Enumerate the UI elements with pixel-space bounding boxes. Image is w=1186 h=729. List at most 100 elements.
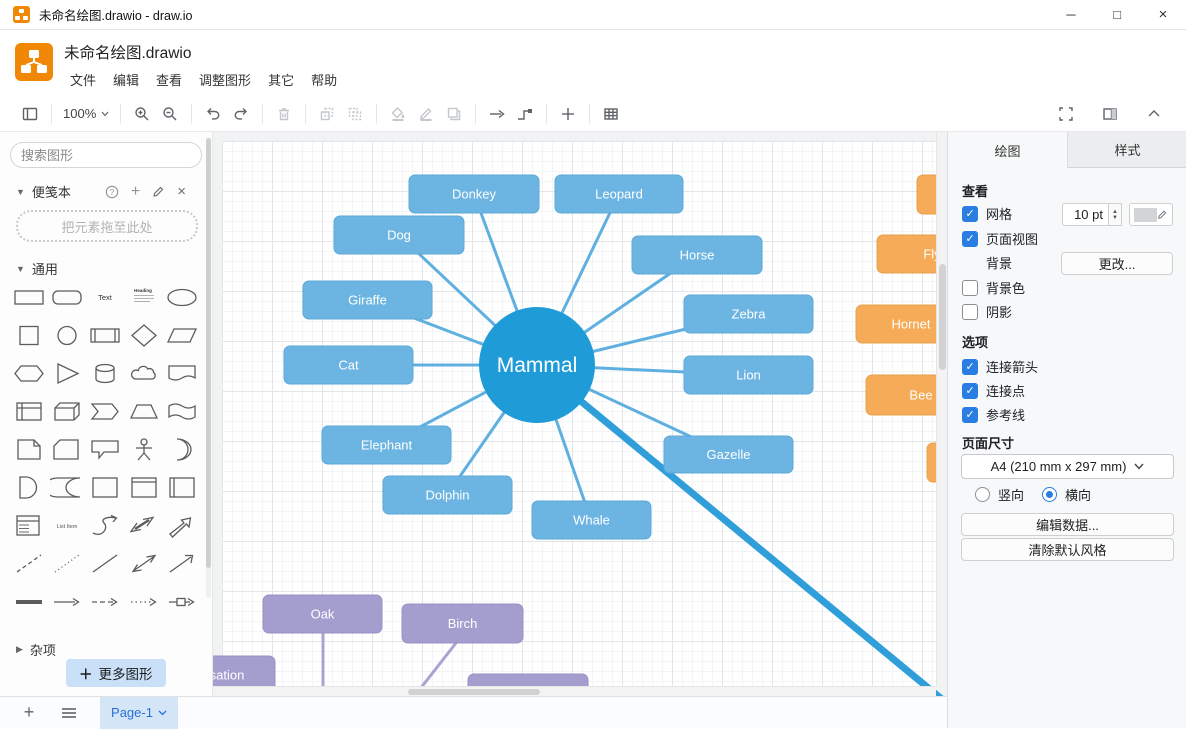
shape-labeled-arrow[interactable] xyxy=(164,586,201,617)
shape-parallelogram[interactable] xyxy=(164,320,201,351)
landscape-radio[interactable] xyxy=(1042,487,1057,502)
shape-note[interactable] xyxy=(10,434,47,465)
zoom-out-icon[interactable] xyxy=(156,100,184,128)
shape-callout[interactable] xyxy=(87,434,124,465)
shape-bidirectional-connector[interactable] xyxy=(125,548,162,579)
shape-card[interactable] xyxy=(48,434,85,465)
section-misc[interactable]: ▶ 杂项 xyxy=(16,640,56,659)
shape-cube[interactable] xyxy=(48,396,85,427)
shape-circle[interactable] xyxy=(48,320,85,351)
shape-text[interactable]: Text xyxy=(87,282,124,313)
menu-arrange[interactable]: 调整图形 xyxy=(199,70,251,89)
shape-rectangle[interactable] xyxy=(10,282,47,313)
node-oak[interactable]: Oak xyxy=(263,595,382,633)
shape-and[interactable] xyxy=(10,472,47,503)
node-horse[interactable]: Horse xyxy=(632,236,762,274)
change-background-button[interactable]: 更改... xyxy=(1061,252,1173,275)
add-page-icon[interactable]: + xyxy=(18,702,40,724)
node-lion[interactable]: Lion xyxy=(684,356,813,394)
tab-style[interactable]: 样式 xyxy=(1068,132,1186,168)
portrait-radio[interactable] xyxy=(975,487,990,502)
shape-internal-storage[interactable] xyxy=(10,396,47,427)
shape-dotted-arrow[interactable] xyxy=(125,586,162,617)
shape-dashed-line[interactable] xyxy=(10,548,47,579)
toggle-panels-icon[interactable] xyxy=(1096,100,1124,128)
help-icon[interactable]: ? xyxy=(105,185,119,199)
redo-icon[interactable] xyxy=(227,100,255,128)
shape-square[interactable] xyxy=(10,320,47,351)
node-bee[interactable]: Bee xyxy=(866,375,947,415)
scratchpad-close-icon[interactable]: × xyxy=(177,183,186,200)
shape-ellipse[interactable] xyxy=(164,282,201,313)
node-elephant[interactable]: Elephant xyxy=(322,426,451,464)
shape-textbox[interactable]: Heading xyxy=(125,282,162,313)
node-giraffe[interactable]: Giraffe xyxy=(303,281,432,319)
menu-help[interactable]: 帮助 xyxy=(311,70,337,89)
scratchpad-header[interactable]: ▼ 便笺本 ? + × xyxy=(16,182,202,201)
waypoints-icon[interactable] xyxy=(511,100,539,128)
canvas-hscrollbar-thumb[interactable] xyxy=(408,689,540,695)
page-tab[interactable]: Page-1 xyxy=(100,697,178,729)
node-leopard[interactable]: Leopard xyxy=(555,175,683,213)
shape-actor[interactable] xyxy=(125,434,162,465)
scratchpad-edit-icon[interactable] xyxy=(152,185,165,198)
shape-data-storage[interactable] xyxy=(48,472,85,503)
maximize-button[interactable]: □ xyxy=(1094,0,1140,30)
node-mammal[interactable]: Mammal xyxy=(479,307,595,423)
tab-diagram[interactable]: 绘图 xyxy=(948,132,1068,168)
connection-arrow-icon[interactable] xyxy=(483,100,511,128)
sidebar-scrollbar-thumb[interactable] xyxy=(206,138,211,568)
shape-process[interactable] xyxy=(87,320,124,351)
sidebar-scrollbar[interactable] xyxy=(206,138,211,598)
search-input[interactable] xyxy=(21,148,197,163)
toggle-format-panel-icon[interactable] xyxy=(16,100,44,128)
grid-color-button[interactable] xyxy=(1129,203,1173,226)
node-zebra[interactable]: Zebra xyxy=(684,295,813,333)
edit-data-button[interactable]: 编辑数据... xyxy=(961,513,1174,536)
fullscreen-icon[interactable] xyxy=(1052,100,1080,128)
menu-extras[interactable]: 其它 xyxy=(268,70,294,89)
node-dog[interactable]: Dog xyxy=(334,216,464,254)
node-gazelle[interactable]: Gazelle xyxy=(664,436,793,473)
collapse-toolbar-icon[interactable] xyxy=(1140,100,1168,128)
canvas-vscrollbar[interactable] xyxy=(936,132,947,686)
menu-edit[interactable]: 编辑 xyxy=(113,70,139,89)
canvas-hscrollbar[interactable] xyxy=(213,686,936,696)
scratchpad-dropzone[interactable]: 把元素拖至此处 xyxy=(16,210,198,242)
clear-default-style-button[interactable]: 清除默认风格 xyxy=(961,538,1174,561)
connection-points-checkbox[interactable] xyxy=(962,383,978,399)
shape-triangle[interactable] xyxy=(48,358,85,389)
shape-hexagon[interactable] xyxy=(10,358,47,389)
table-icon[interactable] xyxy=(597,100,625,128)
grid-checkbox[interactable] xyxy=(962,206,978,222)
shape-cylinder[interactable] xyxy=(87,358,124,389)
undo-icon[interactable] xyxy=(199,100,227,128)
shape-cloud[interactable] xyxy=(125,358,162,389)
shadow-checkbox[interactable] xyxy=(962,304,978,320)
shape-diamond[interactable] xyxy=(125,320,162,351)
shape-container[interactable] xyxy=(87,472,124,503)
shape-trapezoid[interactable] xyxy=(125,396,162,427)
bg-color-checkbox[interactable] xyxy=(962,280,978,296)
shape-bidirectional-arrow[interactable] xyxy=(125,510,162,541)
shape-vertical-container[interactable] xyxy=(164,472,201,503)
grid-size-input[interactable]: 10 pt xyxy=(1062,203,1109,226)
node-donkey[interactable]: Donkey xyxy=(409,175,539,213)
guides-checkbox[interactable] xyxy=(962,407,978,423)
scratchpad-add-icon[interactable]: + xyxy=(131,183,140,201)
shape-arrow-line[interactable] xyxy=(48,586,85,617)
grid-size-spinner[interactable]: ▲▼ xyxy=(1109,203,1122,226)
connection-arrows-checkbox[interactable] xyxy=(962,359,978,375)
pages-menu-icon[interactable] xyxy=(56,702,82,724)
zoom-select[interactable]: 100% xyxy=(59,106,113,121)
section-general[interactable]: ▼ 通用 xyxy=(16,259,58,278)
shape-rounded-rectangle[interactable] xyxy=(48,282,85,313)
node-whale[interactable]: Whale xyxy=(532,501,651,539)
shape-line[interactable] xyxy=(87,548,124,579)
page-size-select[interactable]: A4 (210 mm x 297 mm) xyxy=(961,454,1174,479)
shape-curve[interactable] xyxy=(87,510,124,541)
node-hornet[interactable]: Hornet xyxy=(856,305,947,343)
insert-icon[interactable] xyxy=(554,100,582,128)
node-dolphin[interactable]: Dolphin xyxy=(383,476,512,514)
shape-search[interactable] xyxy=(10,142,202,168)
